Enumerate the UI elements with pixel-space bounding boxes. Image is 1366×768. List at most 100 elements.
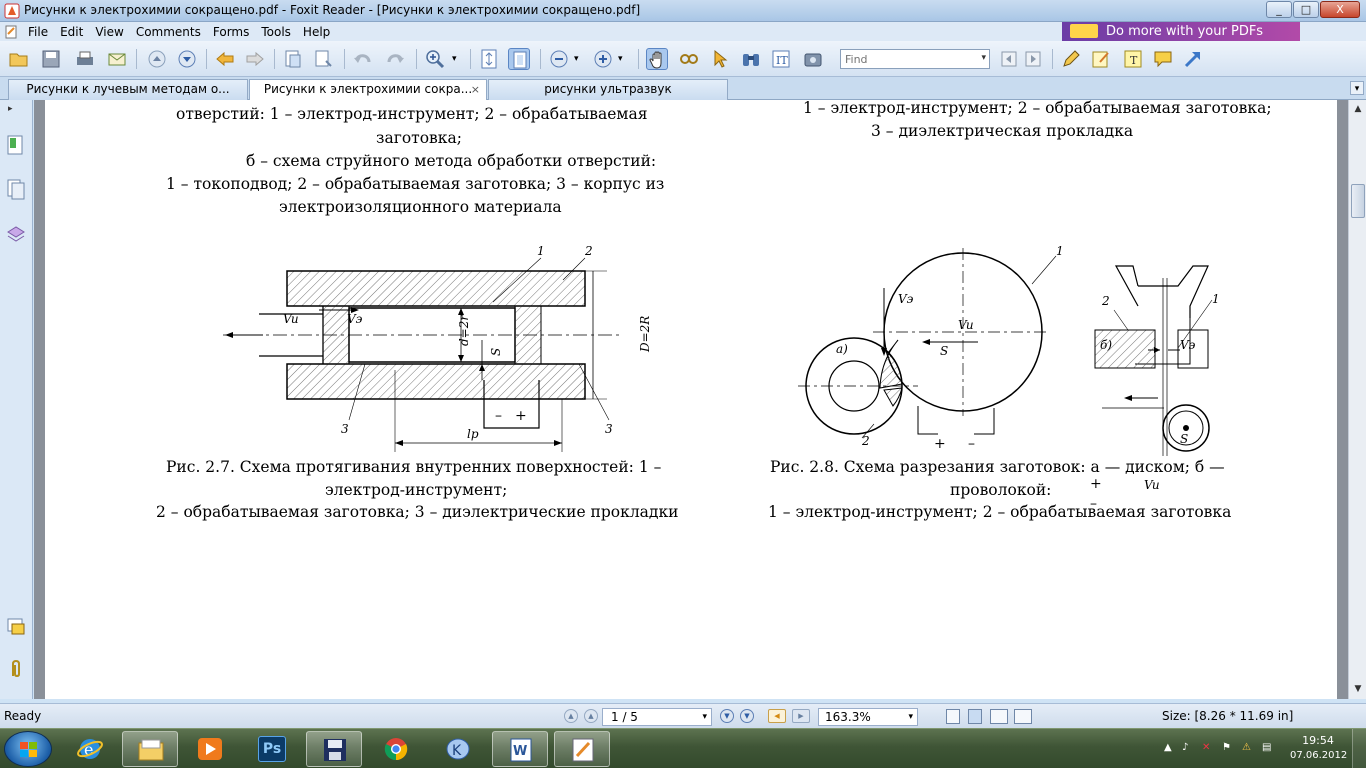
taskbar-word[interactable]: W — [492, 731, 548, 767]
find-dropdown-icon[interactable]: ▾ — [981, 53, 986, 63]
scroll-up-icon[interactable]: ▲ — [1351, 102, 1365, 116]
promo-banner[interactable]: Do more with your PDFs — [1062, 22, 1300, 41]
tab-ultrazvuk[interactable]: рисунки ультразвук — [488, 79, 728, 100]
page-number-field[interactable]: 1 / 5 ▾ — [602, 708, 712, 726]
document-menu-icon[interactable] — [4, 25, 18, 39]
attachments-icon[interactable] — [6, 658, 26, 680]
show-desktop-button[interactable] — [1352, 729, 1366, 768]
action-center-icon[interactable]: ⚑ — [1222, 742, 1234, 754]
taskbar-media-player[interactable] — [182, 731, 238, 767]
text-box-icon[interactable]: T — [1122, 48, 1144, 70]
menu-view[interactable]: View — [89, 25, 129, 39]
zoom-out-icon[interactable] — [548, 48, 570, 70]
tab-luchevye[interactable]: Рисунки к лучевым методам о... — [8, 79, 248, 100]
taskbar-chrome[interactable] — [368, 731, 424, 767]
zoom-in-icon[interactable] — [424, 48, 446, 70]
pages-icon[interactable] — [6, 178, 26, 200]
language-icon[interactable]: ▤ — [1262, 742, 1274, 754]
find-box[interactable]: ▾ — [840, 49, 990, 69]
taskbar-photoshop[interactable]: Ps — [244, 731, 300, 767]
menu-tools[interactable]: Tools — [255, 25, 297, 39]
clock-time[interactable]: 19:54 — [1290, 734, 1346, 747]
find-input[interactable] — [841, 50, 969, 68]
comments-panel-icon[interactable] — [6, 616, 26, 638]
note-edit-icon[interactable] — [1090, 48, 1112, 70]
taskbar-foxit-reader[interactable] — [554, 731, 610, 767]
taskbar-internet-explorer[interactable]: e — [62, 731, 118, 767]
email-icon[interactable] — [106, 48, 128, 70]
fig28-label-2a: 2 — [862, 434, 870, 448]
security-icon[interactable]: ⚠ — [1242, 742, 1254, 754]
tab-elektrokhimiya[interactable]: Рисунки к электрохимии сокра... × — [249, 79, 487, 101]
redo-icon[interactable] — [384, 48, 406, 70]
zoom-level-field[interactable]: 163.3% ▾ — [818, 708, 918, 726]
save-icon[interactable] — [40, 48, 62, 70]
close-button[interactable]: X — [1320, 1, 1360, 18]
previous-page-icon[interactable] — [146, 48, 168, 70]
document-viewport[interactable]: отверстий: 1 – электрод-инструмент; 2 – … — [34, 100, 1348, 699]
next-page-status-icon[interactable]: ▼ — [720, 709, 734, 723]
select-annotation-icon[interactable] — [710, 48, 732, 70]
zoom-level-dropdown-icon[interactable]: ▾ — [908, 709, 913, 725]
status-back-icon[interactable]: ◀ — [768, 709, 786, 723]
scroll-thumb[interactable] — [1351, 184, 1365, 218]
next-page-icon[interactable] — [176, 48, 198, 70]
menu-file[interactable]: File — [22, 25, 54, 39]
comment-icon[interactable] — [1152, 48, 1174, 70]
menu-forms[interactable]: Forms — [207, 25, 255, 39]
bookmarks-icon[interactable] — [6, 134, 26, 156]
taskbar-explorer[interactable] — [122, 731, 178, 767]
binoculars-icon[interactable] — [740, 48, 762, 70]
tab-list-dropdown-icon[interactable]: ▾ — [1350, 81, 1364, 95]
zoom-plus-dropdown-icon[interactable]: ▾ — [618, 48, 630, 70]
show-hidden-icons-icon[interactable]: ▲ — [1164, 742, 1176, 754]
taskbar-app-k[interactable]: K — [430, 731, 486, 767]
page-size-text: Size: [8.26 * 11.69 in] — [1162, 709, 1294, 723]
typewriter-icon[interactable]: IT — [770, 48, 792, 70]
single-page-view-icon[interactable] — [946, 709, 960, 724]
back-arrow-icon[interactable] — [214, 48, 236, 70]
print-icon[interactable] — [74, 48, 96, 70]
insert-pages-icon[interactable] — [312, 48, 334, 70]
fit-page-icon[interactable] — [508, 48, 530, 70]
title-bar[interactable]: Рисунки к электрохимии сокращено.pdf - F… — [0, 0, 1366, 22]
open-icon[interactable] — [8, 48, 30, 70]
find-next-icon[interactable] — [1022, 48, 1044, 70]
zoom-dropdown-icon[interactable]: ▾ — [452, 48, 464, 70]
menu-help[interactable]: Help — [297, 25, 336, 39]
zoom-out-dropdown-icon[interactable]: ▾ — [574, 48, 586, 70]
volume-icon[interactable]: ♪ — [1182, 742, 1194, 754]
extract-pages-icon[interactable] — [282, 48, 304, 70]
find-previous-icon[interactable] — [998, 48, 1020, 70]
menu-comments[interactable]: Comments — [130, 25, 207, 39]
undo-icon[interactable] — [352, 48, 374, 70]
prev-page-icon[interactable]: ▲ — [584, 709, 598, 723]
forward-arrow-icon[interactable] — [244, 48, 266, 70]
minimize-button[interactable]: _ — [1266, 1, 1292, 18]
arrow-tool-icon[interactable] — [1182, 48, 1204, 70]
scroll-down-icon[interactable]: ▼ — [1351, 682, 1365, 696]
select-text-icon[interactable] — [678, 48, 700, 70]
last-page-icon[interactable]: ▼ — [740, 709, 754, 723]
status-forward-icon[interactable]: ▶ — [792, 709, 810, 723]
taskbar-save-app[interactable] — [306, 731, 362, 767]
first-page-icon[interactable]: ▲ — [564, 709, 578, 723]
continuous-view-icon[interactable] — [968, 709, 982, 724]
actual-size-icon[interactable] — [478, 48, 500, 70]
tab-close-icon[interactable]: × — [471, 80, 480, 99]
zoom-plus-icon[interactable] — [592, 48, 614, 70]
maximize-button[interactable]: □ — [1293, 1, 1319, 18]
snapshot-icon[interactable] — [802, 48, 824, 70]
start-button[interactable] — [4, 731, 52, 767]
pencil-sign-icon[interactable] — [1060, 48, 1082, 70]
hand-tool-icon[interactable] — [646, 48, 668, 70]
layers-icon[interactable] — [6, 222, 26, 244]
page-dropdown-icon[interactable]: ▾ — [702, 709, 707, 725]
panel-toggle-icon[interactable]: ▸ — [8, 104, 13, 114]
vertical-scrollbar[interactable]: ▲ ▼ — [1348, 100, 1366, 699]
clock-date[interactable]: 07.06.2012 — [1290, 750, 1347, 761]
network-icon[interactable]: ✕ — [1202, 742, 1214, 754]
menu-edit[interactable]: Edit — [54, 25, 89, 39]
facing-view-icon[interactable] — [990, 709, 1008, 724]
continuous-facing-view-icon[interactable] — [1014, 709, 1032, 724]
